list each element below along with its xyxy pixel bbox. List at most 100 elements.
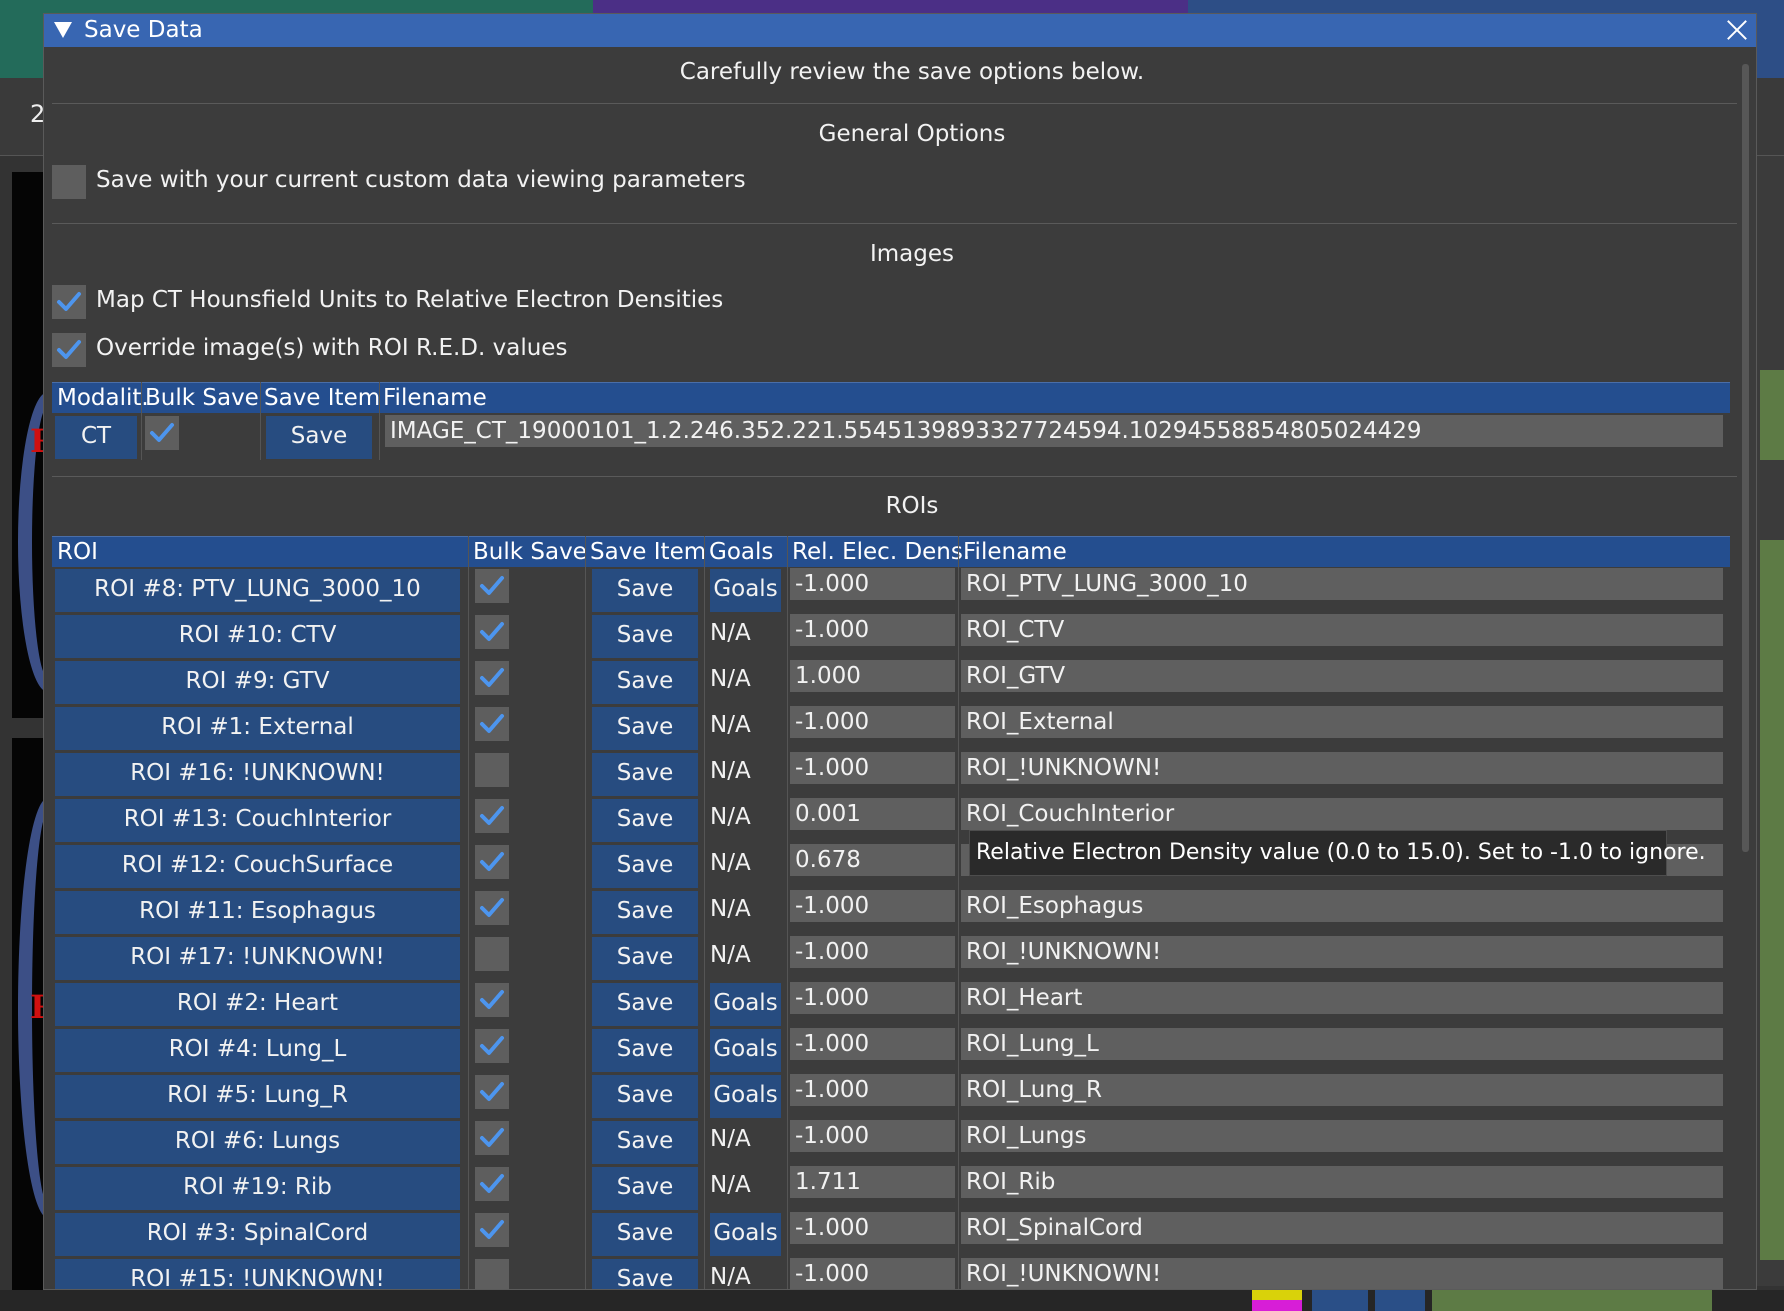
collapse-triangle-icon[interactable] [54, 22, 72, 38]
filename-input[interactable]: ROI_!UNKNOWN! [961, 936, 1723, 968]
red-input[interactable]: -1.000 [790, 982, 955, 1014]
bulk-save-checkbox[interactable] [475, 707, 509, 741]
roi-table-header: ROI Bulk Save Save Item Goals Rel. Elec.… [52, 536, 1730, 567]
save-item-button[interactable]: Save [592, 569, 698, 612]
filename-input[interactable]: ROI_SpinalCord [961, 1212, 1723, 1244]
red-input[interactable]: -1.000 [790, 1120, 955, 1152]
save-item-button[interactable]: Save [592, 1075, 698, 1118]
override-red-checkbox[interactable] [52, 333, 86, 367]
red-input[interactable]: -1.000 [790, 936, 955, 968]
red-input[interactable]: -1.000 [790, 568, 955, 600]
roi-name-button[interactable]: ROI #10: CTV [55, 615, 460, 658]
bulk-save-checkbox[interactable] [475, 1213, 509, 1247]
filename-input[interactable]: ROI_GTV [961, 660, 1723, 692]
roi-rows[interactable]: ROI #8: PTV_LUNG_3000_10 Save Goals -1.000 R… [52, 567, 1730, 1289]
roi-name-button[interactable]: ROI #19: Rib [55, 1167, 460, 1210]
goals-button[interactable]: Goals [710, 1029, 781, 1072]
save-item-button[interactable]: Save [592, 937, 698, 980]
roi-name-button[interactable]: ROI #2: Heart [55, 983, 460, 1026]
filename-input[interactable]: ROI_Lung_R [961, 1074, 1723, 1106]
map-ct-checkbox[interactable] [52, 285, 86, 319]
roi-name-button[interactable]: ROI #6: Lungs [55, 1121, 460, 1164]
custom-params-checkbox[interactable] [52, 165, 86, 199]
bulk-save-checkbox[interactable] [475, 615, 509, 649]
roi-name-button[interactable]: ROI #15: !UNKNOWN! [55, 1259, 460, 1289]
bulk-save-checkbox[interactable] [475, 1259, 509, 1289]
roi-name-button[interactable]: ROI #17: !UNKNOWN! [55, 937, 460, 980]
red-input[interactable]: 0.001 [790, 798, 955, 830]
save-item-button[interactable]: Save [592, 1259, 698, 1289]
bulk-save-checkbox[interactable] [145, 416, 179, 450]
red-input[interactable]: -1.000 [790, 752, 955, 784]
save-item-button[interactable]: Save [592, 1167, 698, 1210]
filename-input[interactable]: ROI_CTV [961, 614, 1723, 646]
filename-input[interactable]: ROI_PTV_LUNG_3000_10 [961, 568, 1723, 600]
bulk-save-checkbox[interactable] [475, 1029, 509, 1063]
bulk-save-checkbox[interactable] [475, 983, 509, 1017]
roi-name-button[interactable]: ROI #1: External [55, 707, 460, 750]
filename-input[interactable]: ROI_Lung_L [961, 1028, 1723, 1060]
filename-input[interactable]: ROI_Heart [961, 982, 1723, 1014]
roi-name-button[interactable]: ROI #13: CouchInterior [55, 799, 460, 842]
filename-input[interactable]: ROI_Rib [961, 1166, 1723, 1198]
dialog-scrollbar[interactable] [1739, 50, 1751, 1286]
close-icon[interactable] [1724, 17, 1750, 43]
bulk-save-checkbox[interactable] [475, 661, 509, 695]
scrollbar-thumb[interactable] [1742, 64, 1749, 852]
red-input[interactable]: 1.711 [790, 1166, 955, 1198]
roi-name-button[interactable]: ROI #16: !UNKNOWN! [55, 753, 460, 796]
save-item-button[interactable]: Save [592, 799, 698, 842]
roi-name-button[interactable]: ROI #11: Esophagus [55, 891, 460, 934]
roi-name-button[interactable]: ROI #5: Lung_R [55, 1075, 460, 1118]
save-item-button[interactable]: Save [592, 1121, 698, 1164]
save-item-button[interactable]: Save [592, 707, 698, 750]
red-input[interactable]: -1.000 [790, 706, 955, 738]
bulk-save-checkbox[interactable] [475, 1075, 509, 1109]
save-item-button[interactable]: Save [266, 416, 372, 459]
roi-table: ROI Bulk Save Save Item Goals Rel. Elec.… [52, 536, 1730, 1289]
save-item-button[interactable]: Save [592, 891, 698, 934]
bulk-save-checkbox[interactable] [475, 1121, 509, 1155]
dialog-title-bar[interactable]: Save Data [44, 14, 1756, 47]
save-item-button[interactable]: Save [592, 983, 698, 1026]
goals-button[interactable]: Goals [710, 569, 781, 612]
save-item-button[interactable]: Save [592, 1029, 698, 1072]
save-item-button[interactable]: Save [592, 753, 698, 796]
roi-name-button[interactable]: ROI #3: SpinalCord [55, 1213, 460, 1256]
filename-input[interactable]: IMAGE_CT_19000101_1.2.246.352.221.554513… [385, 415, 1723, 447]
roi-name-button[interactable]: ROI #8: PTV_LUNG_3000_10 [55, 569, 460, 612]
red-input[interactable]: -1.000 [790, 890, 955, 922]
red-input[interactable]: -1.000 [790, 1074, 955, 1106]
goals-button[interactable]: Goals [710, 983, 781, 1026]
filename-input[interactable]: ROI_External [961, 706, 1723, 738]
save-item-button[interactable]: Save [592, 845, 698, 888]
filename-input[interactable]: ROI_Lungs [961, 1120, 1723, 1152]
bulk-save-checkbox[interactable] [475, 1167, 509, 1201]
bulk-save-checkbox[interactable] [475, 891, 509, 925]
red-input[interactable]: 1.000 [790, 660, 955, 692]
save-item-button[interactable]: Save [592, 661, 698, 704]
red-input[interactable]: -1.000 [790, 1212, 955, 1244]
roi-name-button[interactable]: ROI #9: GTV [55, 661, 460, 704]
bulk-save-checkbox[interactable] [475, 753, 509, 787]
roi-name-button[interactable]: ROI #4: Lung_L [55, 1029, 460, 1072]
goals-button[interactable]: Goals [710, 1213, 781, 1256]
roi-name-button[interactable]: ROI #12: CouchSurface [55, 845, 460, 888]
table-row: ROI #2: Heart Save Goals -1.000 ROI_Heart [52, 981, 1730, 1027]
filename-input[interactable]: ROI_!UNKNOWN! [961, 752, 1723, 784]
save-item-button[interactable]: Save [592, 615, 698, 658]
filename-input[interactable]: ROI_!UNKNOWN! [961, 1258, 1723, 1289]
red-input[interactable]: -1.000 [790, 614, 955, 646]
modality-button[interactable]: CT [55, 416, 137, 459]
save-item-button[interactable]: Save [592, 1213, 698, 1256]
filename-input[interactable]: ROI_CouchInterior [961, 798, 1723, 830]
bulk-save-checkbox[interactable] [475, 799, 509, 833]
bulk-save-checkbox[interactable] [475, 569, 509, 603]
filename-input[interactable]: ROI_Esophagus [961, 890, 1723, 922]
bulk-save-checkbox[interactable] [475, 937, 509, 971]
goals-button[interactable]: Goals [710, 1075, 781, 1118]
red-input[interactable]: -1.000 [790, 1028, 955, 1060]
red-input[interactable]: 0.678 [790, 844, 955, 876]
red-input[interactable]: -1.000 [790, 1258, 955, 1289]
bulk-save-checkbox[interactable] [475, 845, 509, 879]
